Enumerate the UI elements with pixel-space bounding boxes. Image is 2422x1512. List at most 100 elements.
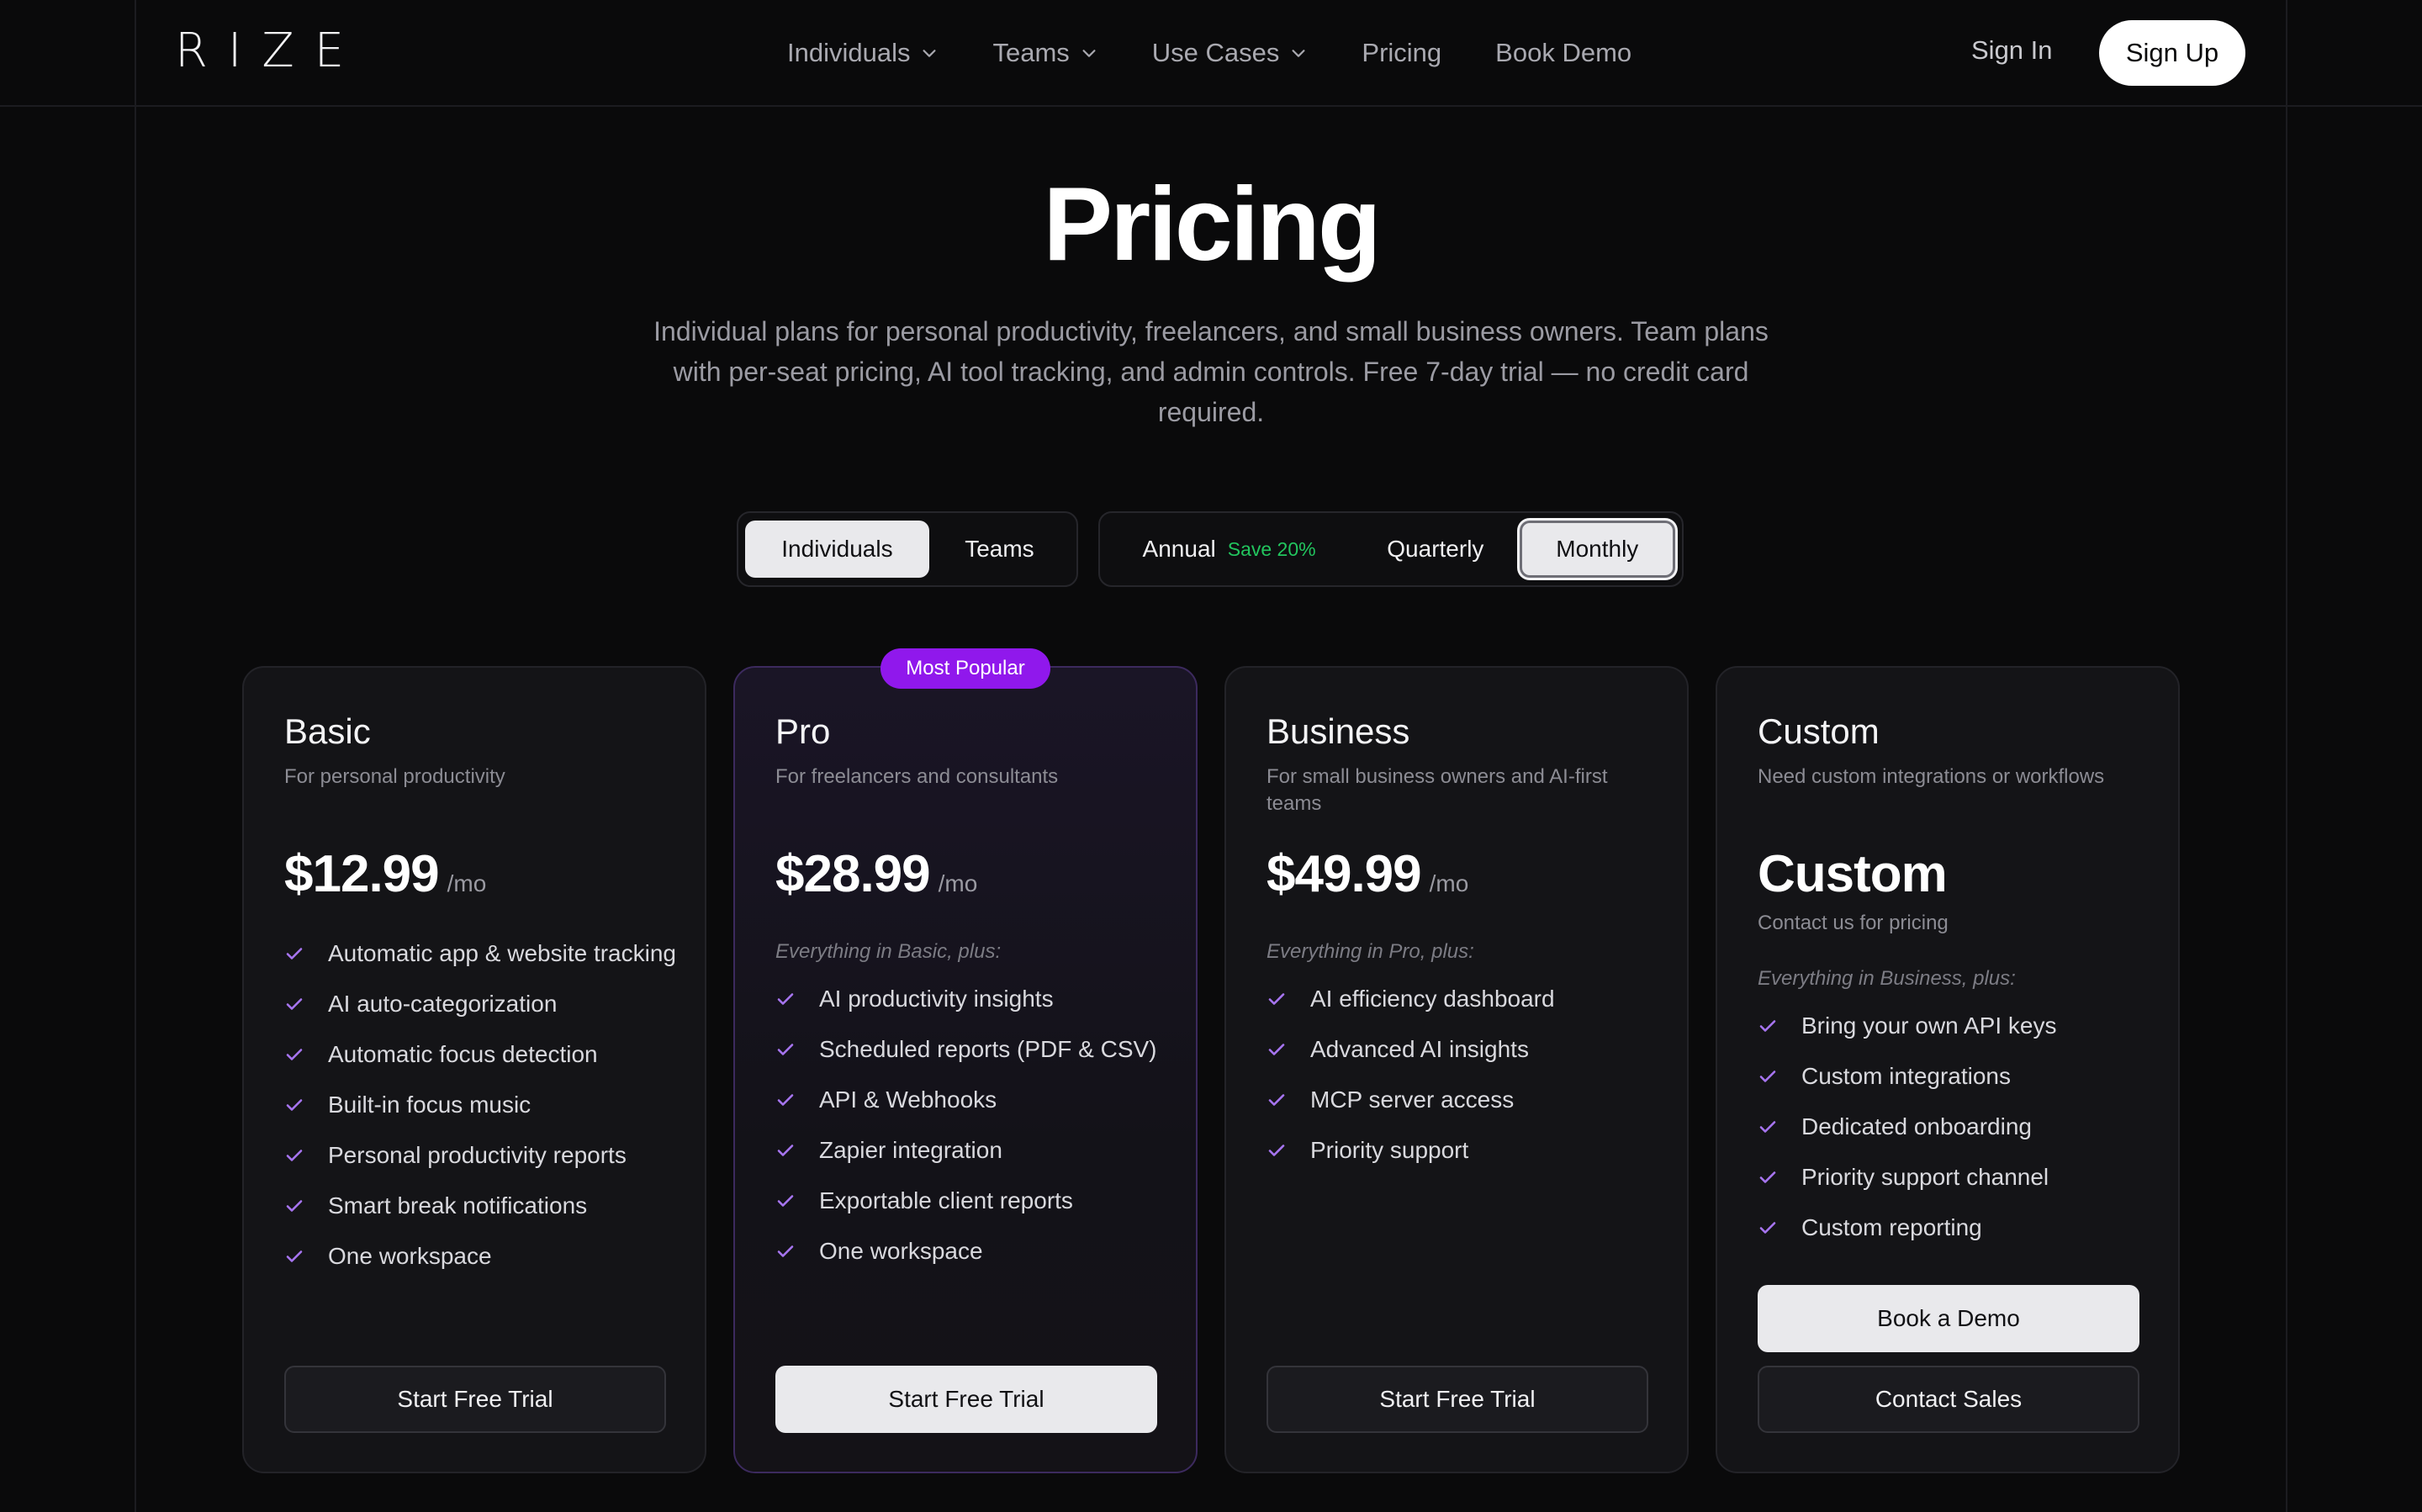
- feature-label: Built-in focus music: [328, 1092, 531, 1118]
- toggle-teams[interactable]: Teams: [929, 521, 1070, 578]
- feature-label: AI efficiency dashboard: [1310, 986, 1555, 1012]
- sign-up-button[interactable]: Sign Up: [2099, 20, 2245, 86]
- check-icon: [1267, 1083, 1288, 1117]
- chevron-down-icon: [923, 50, 937, 57]
- feature-item: Dedicated onboarding: [1758, 1110, 2153, 1144]
- plan-description: For personal productivity: [284, 765, 505, 788]
- price-period: /mo: [1429, 870, 1469, 896]
- plan-card-pro: Pro For freelancers and consultants $28.…: [733, 666, 1198, 1473]
- toggle-individuals[interactable]: Individuals: [745, 521, 929, 578]
- feature-item: One workspace: [775, 1234, 1171, 1268]
- feature-label: Automatic app & website tracking: [328, 940, 676, 966]
- check-icon: [1758, 1160, 1779, 1194]
- feature-label: MCP server access: [1310, 1086, 1515, 1113]
- feature-label: One workspace: [328, 1243, 492, 1269]
- feature-list: Bring your own API keys Custom integrati…: [1758, 1009, 2153, 1261]
- feature-item: Built-in focus music: [284, 1088, 680, 1122]
- plan-price: Custom: [1758, 844, 1948, 904]
- feature-label: Advanced AI insights: [1310, 1036, 1529, 1062]
- check-icon: [1267, 1033, 1288, 1066]
- check-icon: [775, 1234, 797, 1268]
- nav-individuals-label: Individuals: [787, 38, 911, 67]
- feature-item: Personal productivity reports: [284, 1139, 680, 1172]
- price-period: /mo: [447, 870, 487, 896]
- feature-label: Exportable client reports: [819, 1187, 1073, 1213]
- plan-price: $12.99 /mo: [284, 844, 486, 904]
- feature-item: MCP server access: [1267, 1083, 1662, 1117]
- toggle-monthly[interactable]: Monthly: [1519, 521, 1675, 578]
- audience-toggle: Individuals Teams: [737, 511, 1078, 587]
- feature-item: One workspace: [284, 1240, 680, 1273]
- nav-book-demo[interactable]: Book Demo: [1495, 38, 1631, 68]
- check-icon: [775, 1083, 797, 1117]
- sign-in-link[interactable]: Sign In: [1971, 35, 2053, 66]
- start-free-trial-button[interactable]: Start Free Trial: [1267, 1366, 1648, 1433]
- feature-list: Automatic app & website tracking AI auto…: [284, 937, 680, 1290]
- feature-label: Custom integrations: [1801, 1063, 2012, 1089]
- plan-description: Need custom integrations or workflows: [1758, 765, 2105, 788]
- page-title: Pricing: [1043, 167, 1381, 283]
- plan-includes-label: Everything in Basic, plus:: [775, 940, 1002, 963]
- check-icon: [284, 1038, 306, 1071]
- plan-name: Business: [1267, 711, 1410, 751]
- contact-sales-button[interactable]: Contact Sales: [1758, 1366, 2139, 1433]
- nav-links: Individuals Teams Use Cases Pricing Book…: [787, 32, 1685, 74]
- start-free-trial-button[interactable]: Start Free Trial: [284, 1366, 666, 1433]
- feature-item: Custom integrations: [1758, 1060, 2153, 1093]
- check-icon: [284, 1139, 306, 1172]
- check-icon: [284, 1088, 306, 1122]
- feature-item: Priority support: [1267, 1134, 1662, 1167]
- toggle-annual[interactable]: Annual Save 20%: [1107, 521, 1351, 578]
- feature-label: Priority support channel: [1801, 1164, 2049, 1190]
- plan-description: For freelancers and consultants: [775, 765, 1059, 788]
- nav-use-cases-label: Use Cases: [1151, 38, 1280, 67]
- feature-label: Scheduled reports (PDF & CSV): [819, 1036, 1157, 1062]
- nav-use-cases[interactable]: Use Cases: [1152, 38, 1309, 68]
- nav-teams-label: Teams: [992, 38, 1070, 67]
- rize-logo[interactable]: RIZE: [175, 24, 364, 78]
- check-icon: [1267, 982, 1288, 1016]
- price-amount: $12.99: [284, 845, 440, 903]
- feature-label: AI auto-categorization: [328, 991, 558, 1017]
- nav-pricing[interactable]: Pricing: [1362, 38, 1441, 68]
- feature-item: AI auto-categorization: [284, 987, 680, 1021]
- chevron-down-icon: [1292, 50, 1305, 57]
- most-popular-badge: Most Popular: [880, 648, 1050, 689]
- feature-item: Scheduled reports (PDF & CSV): [775, 1033, 1171, 1066]
- check-icon: [1758, 1211, 1779, 1245]
- plan-name: Basic: [284, 711, 371, 751]
- feature-label: Priority support: [1310, 1137, 1469, 1163]
- nav-teams[interactable]: Teams: [992, 38, 1097, 68]
- feature-label: Personal productivity reports: [328, 1142, 627, 1168]
- plan-price: $28.99 /mo: [775, 844, 977, 904]
- check-icon: [1758, 1009, 1779, 1043]
- check-icon: [775, 1134, 797, 1167]
- nav-individuals[interactable]: Individuals: [787, 38, 939, 68]
- check-icon: [1758, 1060, 1779, 1093]
- billing-toggle: Annual Save 20% Quarterly Monthly: [1098, 511, 1684, 587]
- feature-label: Dedicated onboarding: [1801, 1113, 2032, 1139]
- check-icon: [284, 1189, 306, 1223]
- feature-label: Automatic focus detection: [328, 1041, 598, 1067]
- feature-label: Custom reporting: [1801, 1214, 1982, 1240]
- feature-label: API & Webhooks: [819, 1086, 997, 1113]
- start-free-trial-button[interactable]: Start Free Trial: [775, 1366, 1157, 1433]
- check-icon: [775, 982, 797, 1016]
- feature-item: Bring your own API keys: [1758, 1009, 2153, 1043]
- toggle-annual-label: Annual: [1142, 536, 1216, 562]
- plan-card-custom: Custom Need custom integrations or workf…: [1716, 666, 2180, 1473]
- check-icon: [284, 937, 306, 970]
- chevron-down-icon: [1082, 50, 1096, 57]
- page-subtitle: Individual plans for personal productivi…: [653, 316, 1769, 427]
- plan-includes-label: Everything in Pro, plus:: [1267, 940, 1474, 963]
- save-badge: Save 20%: [1227, 537, 1316, 560]
- check-icon: [775, 1033, 797, 1066]
- book-demo-button[interactable]: Book a Demo: [1758, 1285, 2139, 1352]
- check-icon: [1267, 1134, 1288, 1167]
- feature-label: Bring your own API keys: [1801, 1012, 2057, 1039]
- plan-price: $49.99 /mo: [1267, 844, 1468, 904]
- feature-item: Zapier integration: [775, 1134, 1171, 1167]
- feature-item: Custom reporting: [1758, 1211, 2153, 1245]
- plan-card-business: Business For small business owners and A…: [1224, 666, 1689, 1473]
- toggle-quarterly[interactable]: Quarterly: [1351, 521, 1519, 578]
